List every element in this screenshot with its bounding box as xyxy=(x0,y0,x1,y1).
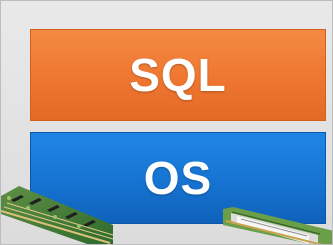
sql-layer: SQL xyxy=(30,29,326,121)
os-layer-label: OS xyxy=(143,152,213,204)
hardware-card-icon xyxy=(223,207,332,244)
sql-layer-label: SQL xyxy=(129,49,227,101)
architecture-stack: SQL OS xyxy=(0,0,333,245)
circuit-board-icon xyxy=(1,186,113,244)
